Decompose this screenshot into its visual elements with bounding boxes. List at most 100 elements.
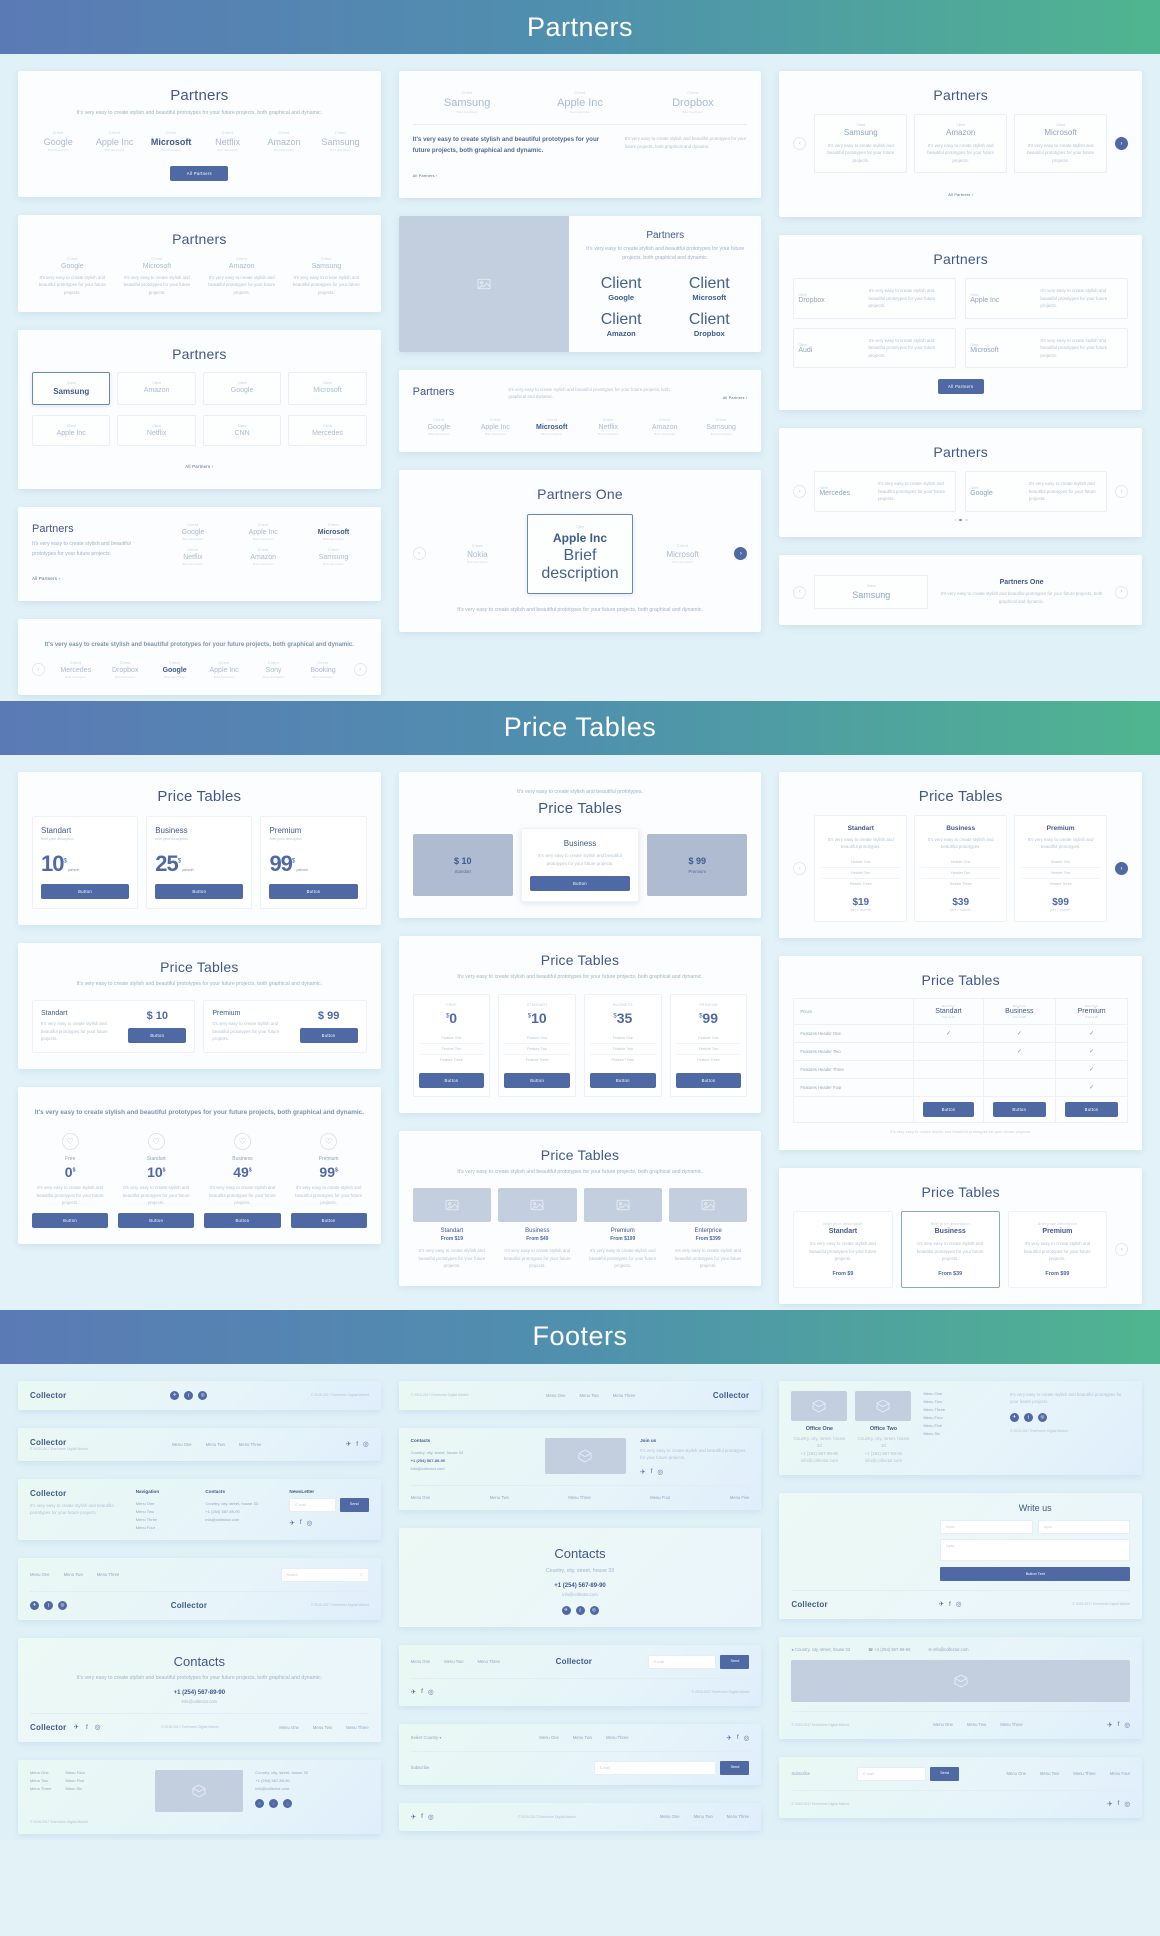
facebook-icon[interactable]: f (86, 1724, 88, 1731)
menu-item[interactable]: Menu Two (490, 1495, 509, 1500)
logo-item[interactable]: Client Sony Brief description (251, 661, 296, 679)
facebook-icon[interactable]: f (1023, 1412, 1033, 1422)
facebook-icon[interactable]: f (1118, 1800, 1120, 1807)
search-icon[interactable]: ⚲ (360, 1573, 363, 1577)
price-plan-featured[interactable]: Brief price description Business It's ve… (900, 1211, 1000, 1288)
email[interactable]: info@collector.com (30, 1699, 369, 1704)
email[interactable]: info@collector.com (411, 1466, 531, 1471)
price-plan-icon[interactable]: ♡ Standart 10$ It's very easy to create … (118, 1133, 195, 1229)
menu-item[interactable]: Menu Three (477, 1659, 500, 1664)
instagram-icon[interactable]: ◎ (428, 1688, 434, 1696)
email-field[interactable]: E-mail (289, 1497, 336, 1512)
email-field[interactable]: E-mail (647, 1654, 717, 1669)
all-partners-button[interactable]: All Partners (937, 379, 984, 395)
price-plan[interactable]: PREMIUM $99 Feature One Feature Two Feat… (669, 993, 748, 1097)
message-field[interactable]: Input (940, 1538, 1131, 1561)
price-plan[interactable]: Standart From $19 It's very easy to crea… (412, 1188, 492, 1269)
logo-item[interactable]: Client Microsoft (669, 275, 749, 302)
menu-item[interactable]: Menu Two (580, 1393, 599, 1398)
email[interactable]: info@collector.com (791, 1457, 847, 1464)
logo-tile[interactable]: Client Samsung It's very easy to create … (814, 114, 908, 174)
facebook-icon[interactable]: f (651, 1468, 653, 1475)
logo-tile[interactable]: Client Google (202, 372, 282, 406)
menu-item[interactable]: Menu One (1006, 1771, 1026, 1776)
twitter-icon[interactable]: ✈ (1009, 1412, 1019, 1422)
logo-item[interactable]: Client Mercedes Brief description (53, 661, 98, 679)
plan-button[interactable]: Button (118, 1213, 195, 1229)
menu-item[interactable]: Menu Six (923, 1431, 998, 1436)
plan-button[interactable]: Button (675, 1072, 742, 1088)
instagram-icon[interactable]: ◎ (428, 1813, 434, 1821)
menu-item[interactable]: Menu Two (967, 1722, 986, 1727)
logo-item[interactable]: Client Google Brief description (32, 131, 84, 152)
logo-item[interactable]: Client Apple Inc Brief description (469, 418, 521, 436)
instagram-icon[interactable]: ◎ (363, 1440, 369, 1448)
logo-tile-selected[interactable]: Client Samsung (32, 372, 111, 406)
menu-item[interactable]: Menu Two (573, 1735, 592, 1740)
facebook-icon[interactable]: f (737, 1734, 739, 1741)
logo-item[interactable]: Client Apple Inc Brief description (526, 91, 635, 114)
menu-item[interactable]: Menu One (172, 1442, 192, 1447)
logo-item[interactable]: Client Samsung Brief description (314, 131, 366, 152)
menu-item[interactable]: Menu Two (206, 1442, 225, 1447)
logo-item[interactable]: Client Google Brief description (160, 523, 226, 541)
logo-item[interactable]: Client Microsoft It's very easy to creat… (117, 257, 198, 296)
plan-button[interactable]: Button (269, 883, 358, 899)
send-button[interactable]: Send (720, 1654, 750, 1669)
facebook-icon[interactable]: f (421, 1813, 423, 1820)
twitter-icon[interactable]: ✈ (346, 1440, 351, 1448)
logo-tile[interactable]: Client Amazon It's very easy to create s… (914, 114, 1008, 174)
menu-item[interactable]: Menu Six (66, 1786, 85, 1791)
twitter-icon[interactable]: ✈ (255, 1798, 265, 1808)
price-plan[interactable]: Brief price description Premium It's ver… (1007, 1211, 1107, 1288)
instagram-icon[interactable]: ◎ (198, 1390, 208, 1400)
price-plan[interactable]: Enterprice From $399 It's very easy to c… (668, 1188, 748, 1269)
twitter-icon[interactable]: ✈ (170, 1390, 180, 1400)
email-field[interactable]: E-mail (593, 1760, 717, 1775)
all-partners-link[interactable]: All Partners › (948, 193, 973, 197)
menu-item[interactable]: Menu One (933, 1722, 953, 1727)
menu-item[interactable]: Menu One (411, 1495, 431, 1500)
twitter-icon[interactable]: ✈ (1107, 1800, 1112, 1808)
menu-item[interactable]: Menu Two (30, 1778, 52, 1783)
logo-item[interactable]: Client Dropbox (669, 311, 749, 338)
logo-tile[interactable]: Client Microsoft (288, 372, 367, 406)
menu-item[interactable]: Menu Three (239, 1442, 262, 1447)
instagram-icon[interactable]: ◎ (1124, 1721, 1130, 1729)
price-plan-icon[interactable]: ♡ Premium 99$ It's very easy to create s… (290, 1133, 367, 1229)
price-plan[interactable]: Premium It's very easy to create stylish… (1014, 814, 1108, 923)
logo-tile[interactable]: Client Netflix (117, 415, 196, 447)
all-partners-link[interactable]: All Partners › (185, 464, 213, 469)
menu-item[interactable]: Menu One (923, 1391, 998, 1396)
logo-item[interactable]: Client Samsung Brief description (695, 418, 747, 436)
menu-item[interactable]: Menu One (30, 1572, 50, 1577)
logo-tile[interactable]: Client Apple Inc (32, 415, 111, 447)
instagram-icon[interactable]: ◎ (744, 1734, 750, 1742)
email[interactable]: info@collector.com (255, 1786, 368, 1791)
logo-item-active[interactable]: Client Google Brief description (152, 661, 197, 679)
twitter-icon[interactable]: ✈ (1107, 1721, 1112, 1729)
plan-button[interactable]: Button (418, 1072, 485, 1088)
logo-item[interactable]: Client Amazon It's very easy to create s… (201, 257, 282, 296)
facebook-icon[interactable]: f (184, 1390, 194, 1400)
menu-item[interactable]: Menu Two (64, 1572, 83, 1577)
menu-item[interactable]: Menu Three (606, 1735, 629, 1740)
plan-button[interactable]: Button (992, 1102, 1047, 1118)
country-select[interactable]: Select Country ▾ (411, 1735, 442, 1740)
search-input[interactable]: Search ⚲ (280, 1567, 369, 1582)
submit-button[interactable]: Button Text (940, 1566, 1131, 1581)
menu-item[interactable]: Menu Five (730, 1495, 750, 1500)
logo-tile-selected[interactable]: Client Apple Inc Brief description (526, 513, 634, 594)
price-plan[interactable]: Standart It's very easy to create stylis… (32, 1000, 196, 1054)
logo-item[interactable]: Client Google It's very easy to create s… (32, 257, 113, 296)
facebook-icon[interactable]: f (1118, 1721, 1120, 1728)
twitter-icon[interactable]: ✈ (640, 1468, 645, 1476)
price-plan[interactable]: STANDART $10 Feature One Feature Two Fea… (498, 993, 577, 1097)
instagram-icon[interactable]: ◎ (283, 1798, 293, 1808)
dot-active[interactable] (959, 518, 962, 522)
logo-tile[interactable]: Client Microsoft It's very easy to creat… (1014, 114, 1108, 174)
carousel-prev-icon[interactable]: ‹ (793, 485, 807, 499)
carousel-next-icon[interactable]: › (1115, 1243, 1129, 1257)
twitter-icon[interactable]: ✈ (30, 1600, 39, 1610)
plan-button[interactable]: Button (923, 1102, 974, 1118)
